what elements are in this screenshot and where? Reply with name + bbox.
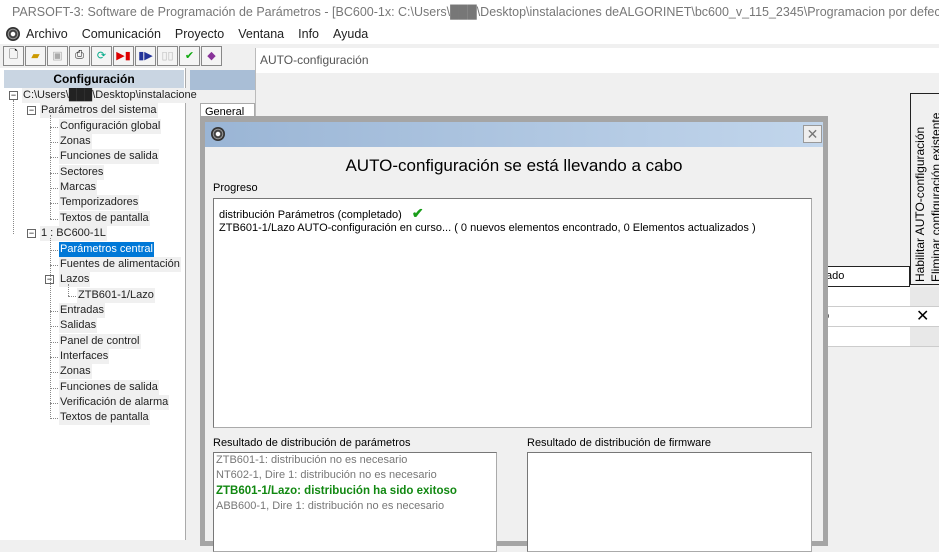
download-icon[interactable]: ▮▶ (135, 45, 156, 66)
menu-ventana[interactable]: Ventana (238, 27, 284, 41)
tree-line (50, 114, 51, 220)
tree-item-system[interactable]: Parámetros del sistema (40, 103, 158, 119)
table-cell (821, 327, 910, 347)
menu-archivo[interactable]: Archivo (26, 27, 68, 41)
collapse-icon[interactable]: − (27, 106, 36, 116)
col-enable-autoconfig[interactable]: Habilitar AUTO-configuración (913, 127, 927, 282)
table-cell (910, 327, 939, 347)
dialog-heading: AUTO-configuración se está llevando a ca… (345, 156, 683, 175)
upload-icon[interactable]: ▶▮ (113, 45, 134, 66)
tree-item[interactable]: Verificación de alarma (59, 395, 170, 410)
tree-item[interactable]: Panel de control (59, 333, 141, 349)
tree-line (13, 100, 14, 235)
progress-log[interactable]: distribución Parámetros (completado) ✔ ZT… (213, 198, 812, 428)
print-icon[interactable]: ⎙ (69, 45, 90, 66)
tree-item[interactable]: Entradas (59, 302, 106, 318)
table-cell (910, 287, 939, 307)
new-icon[interactable]: 🗋 (3, 45, 24, 66)
enable-checkbox[interactable]: ✕ (910, 307, 939, 327)
dialog-title-bar: ✕ (205, 122, 823, 147)
tree-header: Configuración (4, 70, 184, 88)
param-result-list[interactable]: ZTB601-1: distribución no es necesario NT… (213, 452, 497, 552)
tree-item[interactable]: Marcas (59, 180, 98, 196)
menu-comunicacion[interactable]: Comunicación (82, 27, 161, 41)
tree-item[interactable]: Lazos (59, 272, 91, 288)
tree-item[interactable]: Configuración global (59, 118, 162, 134)
param-result-item: ZTB601-1: distribución no es necesario (216, 454, 408, 466)
toolbar: 🗋 ▰ ▣ ⎙ ⟳ ▶▮ ▮▶ ▯▯ ✔ ◆ (0, 44, 255, 67)
collapse-icon[interactable]: − (27, 229, 36, 239)
compare-icon[interactable]: ▯▯ (157, 45, 178, 66)
tree-root[interactable]: C:\Users\███\Desktop\instalacione (22, 88, 198, 103)
param-result-item: NT602-1, Dire 1: distribución no es nece… (216, 469, 437, 482)
column-headers: Habilitar AUTO-configuración Eliminar co… (910, 93, 939, 285)
tree-item[interactable]: Sectores (59, 164, 105, 180)
progress-label: Progreso (213, 182, 258, 194)
tree-item[interactable]: Parámetros central (59, 241, 154, 257)
tree-item[interactable]: Fuentes de alimentación (59, 256, 181, 272)
menu-info[interactable]: Info (298, 27, 319, 41)
menu-bar: Archivo Comunicación Proyecto Ventana In… (0, 24, 939, 44)
sync-icon[interactable]: ⟳ (91, 45, 112, 66)
save-icon[interactable]: ▣ (47, 45, 68, 66)
tree-item[interactable]: Salidas (59, 318, 98, 334)
tree-item[interactable]: Textos de pantalla (59, 410, 150, 426)
tree-item[interactable]: Temporizadores (59, 195, 140, 211)
tree-item-lazo[interactable]: ZTB601-1/Lazo (77, 287, 155, 303)
table-cell: o (821, 307, 910, 327)
dialog-gear-icon (211, 127, 225, 141)
auto-window-title: AUTO-configuración (256, 48, 939, 73)
open-icon[interactable]: ▰ (25, 45, 46, 66)
collapse-icon[interactable]: − (9, 91, 18, 100)
tree-item[interactable]: Zonas (59, 364, 92, 380)
autoconfig-progress-dialog: ✕ AUTO-configuración se está llevando a … (200, 116, 828, 552)
firmware-result-label: Resultado de distribución de firmware (527, 437, 712, 449)
tree-item[interactable]: Textos de pantalla (59, 210, 150, 226)
close-button[interactable]: ✕ (803, 125, 822, 143)
tree-line (68, 283, 69, 296)
help-book-icon[interactable]: ◆ (201, 45, 222, 66)
param-result-label: Resultado de distribución de parámetros (213, 437, 411, 449)
firmware-result-list[interactable] (527, 452, 812, 552)
progress-line: distribución Parámetros (completado) ✔ (219, 205, 424, 221)
col-delete-existing[interactable]: Eliminar configuración existente (929, 92, 939, 282)
param-result-item: ZTB601-1/Lazo: distribución ha sido exit… (216, 484, 457, 497)
tree-line (68, 295, 76, 297)
autoconfig-icon[interactable]: ✔ (179, 45, 200, 66)
panel-header (190, 70, 255, 90)
col-state-header[interactable]: tado (821, 266, 910, 287)
tree-item[interactable]: Interfaces (59, 348, 110, 364)
app-menu-icon[interactable] (6, 27, 20, 41)
window-title: PARSOFT-3: Software de Programación de P… (12, 5, 939, 19)
tree-item[interactable]: Funciones de salida (59, 149, 159, 165)
table-cell (821, 287, 910, 307)
config-tree-panel: Configuración − C:\Users\███\Desktop\inst… (0, 68, 198, 540)
menu-proyecto[interactable]: Proyecto (175, 27, 224, 41)
progress-line: ZTB601-1/Lazo AUTO-configuración en curs… (219, 222, 756, 234)
menu-ayuda[interactable]: Ayuda (333, 27, 368, 41)
tree-item[interactable]: Funciones de salida (59, 379, 159, 395)
tree-item[interactable]: Zonas (59, 134, 92, 150)
check-icon: ✔ (411, 205, 424, 221)
tree-line (50, 237, 51, 419)
param-result-item: ABB600-1, Dire 1: distribución no es nec… (216, 499, 445, 512)
title-bar: PARSOFT-3: Software de Programación de P… (0, 0, 939, 24)
